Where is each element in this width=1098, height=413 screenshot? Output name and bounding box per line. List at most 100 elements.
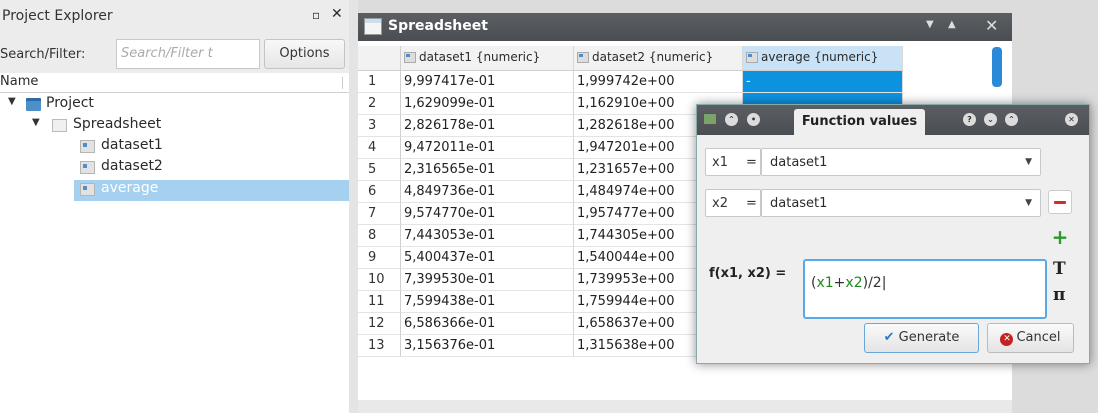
column-icon bbox=[577, 52, 589, 63]
row-number[interactable]: 2 bbox=[358, 93, 401, 115]
var1-value: dataset1 bbox=[770, 155, 828, 170]
var1-equals: = bbox=[746, 155, 757, 170]
column-icon bbox=[80, 140, 95, 153]
tree-item-project[interactable]: ▼ Project bbox=[0, 95, 349, 116]
options-button[interactable]: Options bbox=[264, 39, 345, 69]
column-icon bbox=[746, 52, 758, 63]
var2-select[interactable]: dataset1 ▼ bbox=[761, 189, 1041, 217]
var1-name: x1 bbox=[712, 155, 728, 170]
spreadsheet-icon bbox=[364, 18, 382, 35]
tree-item-label: Project bbox=[46, 95, 94, 111]
vertical-scrollbar[interactable] bbox=[992, 47, 1002, 87]
table-cell[interactable]: 5,400437e-01 bbox=[401, 247, 574, 269]
expr-token: )/2 bbox=[862, 275, 882, 291]
text-cursor: | bbox=[881, 275, 887, 291]
search-input[interactable]: Search/Filter t bbox=[116, 39, 260, 69]
generate-label: Generate bbox=[898, 330, 960, 345]
close-icon[interactable]: ✕ bbox=[331, 6, 343, 22]
row-number[interactable]: 13 bbox=[358, 335, 401, 357]
cancel-label: Cancel bbox=[1016, 330, 1061, 345]
chevron-down-icon: ▼ bbox=[1025, 198, 1032, 208]
cancel-button[interactable]: ✕ Cancel bbox=[987, 323, 1074, 353]
explorer-titlebar: Project Explorer ▫ ✕ bbox=[0, 0, 349, 33]
table-cell[interactable]: 9,472011e-01 bbox=[401, 137, 574, 159]
check-icon: ✔ bbox=[883, 330, 895, 345]
name-column-label: Name bbox=[0, 74, 39, 89]
tree-item-dataset1[interactable]: dataset1 bbox=[0, 137, 349, 158]
help-icon[interactable]: ? bbox=[963, 113, 976, 126]
var1-box: x1 = bbox=[705, 148, 761, 176]
column-header-dataset1[interactable]: dataset1 {numeric} bbox=[401, 46, 574, 71]
chevron-up-icon[interactable]: ▲ bbox=[948, 19, 956, 30]
table-cell[interactable]: 2,316565e-01 bbox=[401, 159, 574, 181]
table-cell[interactable]: 2,826178e-01 bbox=[401, 115, 574, 137]
table-cell[interactable]: 7,399530e-01 bbox=[401, 269, 574, 291]
chevron-down-icon: ▼ bbox=[1025, 157, 1032, 167]
folder-icon bbox=[26, 98, 41, 111]
table-cell[interactable]: 6,586366e-01 bbox=[401, 313, 574, 335]
close-icon[interactable]: ✕ bbox=[985, 16, 998, 35]
row-number[interactable]: 10 bbox=[358, 269, 401, 291]
row-number[interactable]: 5 bbox=[358, 159, 401, 181]
tree-item-average[interactable]: average bbox=[74, 180, 349, 201]
search-row: Search/Filter: Search/Filter t Options bbox=[0, 33, 349, 73]
add-variable-button[interactable]: + bbox=[1048, 226, 1072, 250]
pin-icon[interactable]: • bbox=[747, 113, 760, 126]
table-cell[interactable]: 7,599438e-01 bbox=[401, 291, 574, 313]
splitter[interactable] bbox=[349, 0, 358, 413]
table-cell[interactable]: 7,443053e-01 bbox=[401, 225, 574, 247]
tree-column-header[interactable]: Name bbox=[0, 73, 349, 93]
row-number[interactable]: 6 bbox=[358, 181, 401, 203]
minimize-icon[interactable]: ⌄ bbox=[984, 113, 997, 126]
column-header-dataset2[interactable]: dataset2 {numeric} bbox=[574, 46, 743, 71]
column-header-label: dataset2 {numeric} bbox=[592, 50, 714, 64]
column-icon bbox=[404, 52, 416, 63]
column-icon bbox=[80, 161, 95, 174]
function-label: f(x1, x2) = bbox=[709, 266, 787, 281]
table-cell[interactable]: - bbox=[743, 71, 903, 93]
row-number[interactable]: 4 bbox=[358, 137, 401, 159]
close-icon[interactable]: ✕ bbox=[1065, 113, 1078, 126]
row-number[interactable]: 9 bbox=[358, 247, 401, 269]
maximize-icon[interactable]: ⌃ bbox=[1005, 113, 1018, 126]
table-cell[interactable]: 9,997417e-01 bbox=[401, 71, 574, 93]
table-cell[interactable]: 3,156376e-01 bbox=[401, 335, 574, 357]
chevron-down-icon[interactable]: ▼ bbox=[926, 19, 934, 30]
app-icon bbox=[703, 113, 717, 125]
tree-item-spreadsheet[interactable]: ▼ Spreadsheet bbox=[0, 116, 349, 137]
tree-item-label: dataset1 bbox=[101, 137, 163, 153]
pi-constant-icon[interactable]: π bbox=[1053, 285, 1065, 305]
shade-icon[interactable]: ⌃ bbox=[725, 113, 738, 126]
expr-variable: x1 bbox=[816, 275, 834, 291]
row-number[interactable]: 12 bbox=[358, 313, 401, 335]
grid-corner[interactable] bbox=[358, 46, 401, 71]
table-cell[interactable]: 4,849736e-01 bbox=[401, 181, 574, 203]
table-cell[interactable]: 9,574770e-01 bbox=[401, 203, 574, 225]
var2-equals: = bbox=[746, 196, 757, 211]
dialog-title: Function values bbox=[794, 109, 925, 135]
row-number[interactable]: 7 bbox=[358, 203, 401, 225]
spreadsheet-title: Spreadsheet bbox=[388, 18, 488, 34]
function-expression-input[interactable]: (x1+x2)/2| bbox=[803, 259, 1047, 319]
expand-arrow-icon[interactable]: ▼ bbox=[8, 96, 16, 107]
row-number[interactable]: 8 bbox=[358, 225, 401, 247]
column-header-label: dataset1 {numeric} bbox=[419, 50, 541, 64]
tree-item-dataset2[interactable]: dataset2 bbox=[0, 158, 349, 179]
status-strip bbox=[358, 400, 1012, 413]
float-icon[interactable]: ▫ bbox=[312, 8, 320, 22]
row-number[interactable]: 1 bbox=[358, 71, 401, 93]
column-icon bbox=[80, 183, 95, 196]
expand-arrow-icon[interactable]: ▼ bbox=[32, 117, 40, 128]
row-number[interactable]: 11 bbox=[358, 291, 401, 313]
row-number[interactable]: 3 bbox=[358, 115, 401, 137]
var1-select[interactable]: dataset1 ▼ bbox=[761, 148, 1041, 176]
tree-item-label: average bbox=[101, 180, 159, 196]
spreadsheet-titlebar: Spreadsheet ▼ ▲ ✕ bbox=[358, 13, 1012, 41]
text-format-icon[interactable]: T bbox=[1053, 259, 1066, 279]
var2-name: x2 bbox=[712, 196, 728, 211]
generate-button[interactable]: ✔ Generate bbox=[864, 323, 979, 353]
table-cell[interactable]: 1,999742e+00 bbox=[574, 71, 743, 93]
column-header-average[interactable]: average {numeric} bbox=[743, 46, 903, 71]
remove-variable-button[interactable] bbox=[1048, 190, 1072, 214]
table-cell[interactable]: 1,629099e-01 bbox=[401, 93, 574, 115]
